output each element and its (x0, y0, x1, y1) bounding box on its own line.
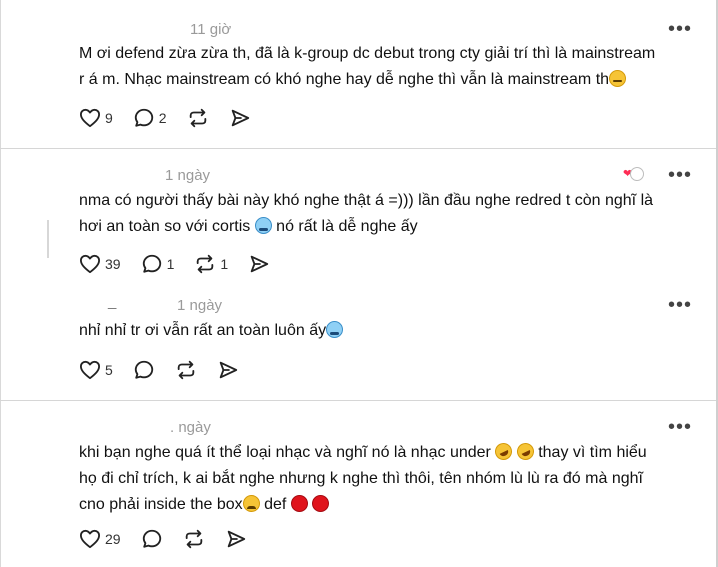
avatar (630, 167, 644, 181)
repost-count: 1 (220, 256, 229, 272)
crying-emoji-icon (254, 217, 272, 234)
repost-icon (177, 360, 195, 380)
more-options-button[interactable]: ••• (668, 165, 692, 185)
comment-icon (142, 529, 161, 548)
post-text: thay vì tìm hiểu (533, 444, 647, 461)
share-button[interactable] (217, 359, 239, 381)
like-button[interactable]: 5 (79, 360, 113, 380)
post-timestamp: 1 ngày (165, 167, 211, 184)
heart-icon (80, 254, 100, 274)
author-handle[interactable]: _ (108, 293, 116, 310)
post-text-line: hơi an toàn so với cortis nó rất là dễ n… (79, 214, 709, 240)
more-options-button[interactable]: ••• (668, 295, 692, 315)
rofl-emoji-icon (492, 440, 516, 463)
like-button[interactable]: 9 (79, 108, 113, 128)
reply-button[interactable] (133, 359, 155, 381)
send-icon (219, 361, 237, 379)
repost-button[interactable]: 1 (194, 253, 228, 275)
post-text: r á m. Nhạc mainstream có khó nghe hay d… (79, 71, 610, 88)
red-circle-emoji-icon (290, 495, 308, 512)
post-actions: 9 2 (79, 106, 271, 130)
post-text-line: nma có người thấy bài này khó nghe thật … (79, 192, 654, 209)
repost-button[interactable] (175, 359, 197, 381)
like-count: 29 (105, 531, 121, 547)
post-text-line: M ơi defend zừa zừa th, đã là k-group dc… (79, 45, 656, 62)
repost-button[interactable] (187, 107, 209, 129)
more-options-button[interactable]: ••• (668, 417, 692, 437)
post-body: M ơi defend zừa zừa th, đã là k-group dc… (79, 41, 709, 93)
post-text: hơi an toàn so với cortis (79, 218, 255, 235)
send-icon (250, 255, 269, 273)
thread-line (47, 220, 49, 258)
comment-icon (142, 254, 161, 273)
reply-count: 1 (166, 256, 175, 272)
post-divider (0, 148, 716, 149)
red-circle-emoji-icon (312, 495, 330, 512)
post-text-line: họ đi chỉ trích, k ai bắt nghe nhưng k n… (79, 470, 643, 487)
crying-emoji-icon (326, 321, 344, 338)
post-actions: 5 (79, 358, 259, 382)
post-timestamp: . ngày (170, 419, 211, 436)
like-count: 9 (105, 110, 113, 126)
like-count: 39 (105, 256, 121, 272)
post-text: cno phải inside the box (79, 496, 243, 513)
post-body: khi bạn nghe quá ít thể loại nhạc và ngh… (79, 440, 709, 518)
post-text-line: cno phải inside the box def (79, 492, 709, 518)
share-button[interactable] (229, 107, 251, 129)
reply-count: 2 (158, 110, 167, 126)
reply-button[interactable]: 1 (141, 253, 175, 275)
send-icon (227, 530, 245, 548)
post-actions: 39 1 1 (79, 252, 290, 276)
post-body: nhỉ nhỉ tr ơi vẫn rất an toàn luôn ấy (79, 318, 699, 344)
post-divider (0, 400, 716, 401)
like-button[interactable]: 39 (79, 254, 121, 274)
share-button[interactable] (225, 528, 247, 550)
worried-emoji-icon (242, 495, 260, 512)
post-text: nó rất là dễ nghe ấy (271, 218, 418, 235)
reply-button[interactable]: 2 (133, 107, 167, 129)
send-icon (231, 109, 249, 127)
smirk-emoji-icon (609, 70, 627, 87)
like-button[interactable]: 29 (79, 529, 121, 549)
repost-button[interactable] (183, 528, 205, 550)
post-body: nma có người thấy bài này khó nghe thật … (79, 188, 709, 240)
repost-icon (185, 529, 202, 549)
like-count: 5 (105, 362, 113, 378)
repost-icon (197, 254, 214, 274)
heart-icon (80, 108, 100, 128)
comment-icon (134, 108, 153, 127)
comment-icon (134, 360, 153, 379)
post-timestamp: 11 giờ (190, 21, 232, 38)
post-text-line: khi bạn nghe quá ít thể loại nhạc và ngh… (79, 440, 709, 466)
post-text: khi bạn nghe quá ít thể loại nhạc và ngh… (79, 444, 496, 461)
more-options-button[interactable]: ••• (668, 19, 692, 39)
frame-border-left (0, 0, 1, 567)
post-text: def (259, 496, 291, 513)
share-button[interactable] (248, 253, 270, 275)
post-text-line: r á m. Nhạc mainstream có khó nghe hay d… (79, 67, 709, 93)
heart-icon (80, 360, 100, 380)
post-text: nhỉ nhỉ tr ơi vẫn rất an toàn luôn ấy (79, 322, 327, 339)
heart-icon (80, 529, 100, 549)
liked-by-author-badge: ❤ (623, 167, 645, 181)
post-actions: 29 (79, 527, 267, 551)
repost-icon (189, 108, 206, 128)
post-timestamp: 1 ngày (177, 297, 223, 314)
reply-button[interactable] (141, 528, 163, 550)
post-text-line: nhỉ nhỉ tr ơi vẫn rất an toàn luôn ấy (79, 318, 699, 344)
